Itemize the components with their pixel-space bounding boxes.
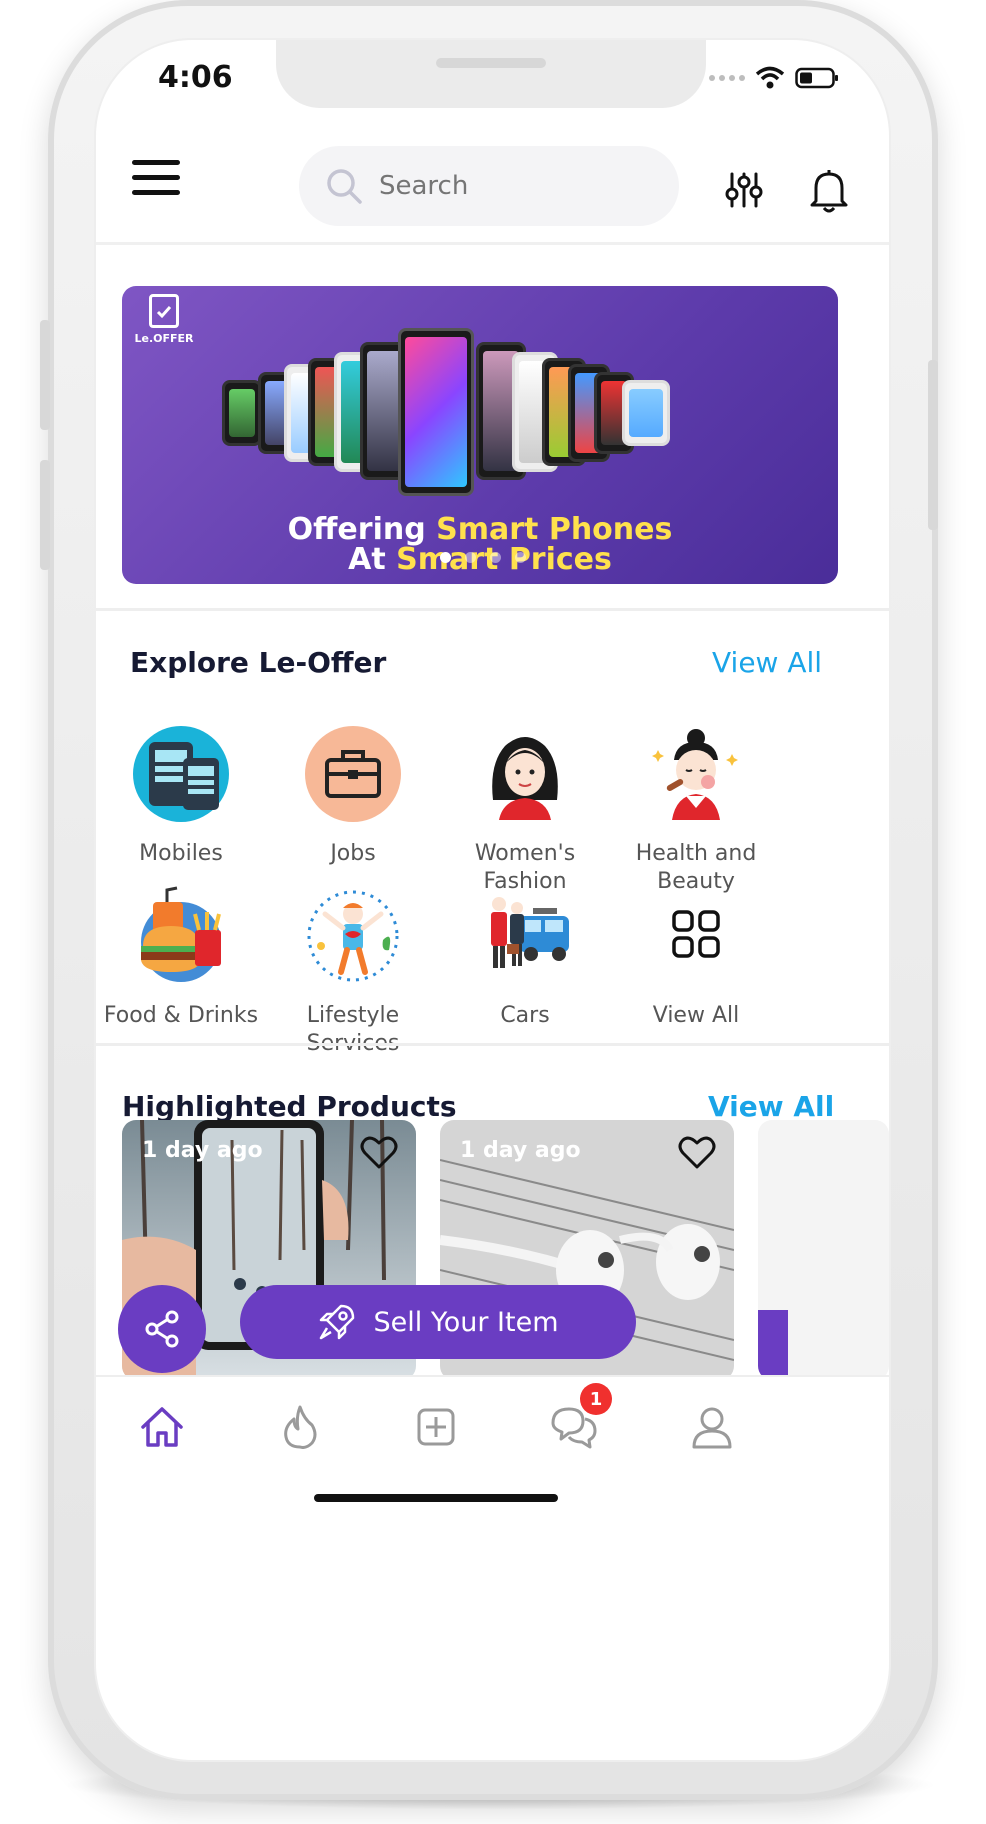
flame-icon (284, 1405, 317, 1449)
category-cars[interactable]: Cars (430, 886, 620, 1030)
promo-banner[interactable]: Le.OFFER Offering Smart Phones At Smart … (122, 286, 838, 584)
signal-icon (709, 75, 745, 81)
category-label: Jobs (330, 841, 376, 866)
hamburger-menu-icon[interactable] (132, 160, 180, 195)
speaker (436, 58, 546, 68)
user-profile-icon (692, 1407, 732, 1449)
volume-up-button (40, 320, 50, 430)
status-time: 4:06 (158, 60, 233, 95)
category-label: Lifestyle Services (306, 1003, 400, 1056)
section-divider (96, 608, 889, 611)
category-jobs[interactable]: Jobs (258, 724, 448, 868)
explore-view-all-link[interactable]: View All (712, 646, 822, 679)
banner-logo: Le.OFFER (134, 294, 194, 345)
tab-home[interactable] (132, 1397, 192, 1457)
share-icon (145, 1310, 179, 1348)
share-button[interactable] (118, 1285, 206, 1373)
heart-icon[interactable] (360, 1136, 398, 1170)
banner-dot[interactable] (490, 552, 501, 563)
banner-pagination-dots (440, 552, 526, 563)
banner-dot[interactable] (440, 552, 451, 563)
shopping-bag-icon (149, 294, 179, 328)
sell-button-label: Sell Your Item (373, 1306, 559, 1338)
notification-bell-icon[interactable] (808, 168, 850, 214)
briefcase-icon (303, 724, 403, 824)
lifestyle-icon (303, 886, 403, 986)
banner-dot[interactable] (515, 552, 526, 563)
tab-profile[interactable] (682, 1397, 742, 1457)
category-label: View All (652, 1003, 740, 1028)
add-square-icon (417, 1408, 455, 1446)
power-button (928, 360, 938, 530)
app-screen: 4:06 Le.OFF (96, 40, 889, 1760)
rocket-icon (320, 1304, 355, 1340)
highlighted-section-title: Highlighted Products (122, 1090, 457, 1123)
bottom-tab-bar: 1 (96, 1375, 889, 1475)
status-icons (709, 66, 839, 90)
notch (276, 40, 706, 108)
tab-add[interactable] (406, 1397, 466, 1457)
sell-your-item-button[interactable]: Sell Your Item (240, 1285, 636, 1359)
chat-unread-badge: 1 (580, 1383, 612, 1415)
volume-down-button (40, 460, 50, 570)
mobiles-icon (131, 724, 231, 824)
search-icon (327, 169, 362, 204)
category-view-all[interactable]: View All (601, 886, 791, 1030)
food-drinks-icon (131, 886, 231, 986)
category-label: Food & Drinks (103, 1003, 259, 1028)
home-icon (141, 1407, 183, 1447)
tab-trending[interactable] (270, 1397, 330, 1457)
explore-section-title: Explore Le-Offer (130, 646, 387, 679)
app-header (96, 120, 889, 240)
category-mobiles[interactable]: Mobiles (96, 724, 276, 868)
product-card-partial[interactable] (758, 1120, 889, 1380)
product-time: 1 day ago (142, 1138, 263, 1163)
category-food-drinks[interactable]: Food & Drinks (96, 886, 276, 1030)
filter-sliders-icon[interactable] (724, 170, 764, 210)
category-womens-fashion[interactable]: Women's Fashion (430, 724, 620, 896)
product-badge (758, 1310, 788, 1380)
highlighted-view-all-link[interactable]: View All (708, 1090, 834, 1123)
section-divider (96, 1043, 889, 1046)
search-bar[interactable] (299, 146, 679, 226)
home-indicator (314, 1494, 558, 1502)
tab-chat[interactable]: 1 (544, 1383, 612, 1457)
heart-icon[interactable] (678, 1136, 716, 1170)
search-input[interactable] (379, 171, 629, 201)
battery-icon (795, 67, 838, 89)
header-divider (96, 242, 889, 245)
category-label: Cars (500, 1003, 550, 1028)
grid-icon (646, 886, 746, 986)
category-label: Mobiles (139, 841, 223, 866)
woman-fashion-icon (475, 724, 575, 824)
category-lifestyle-services[interactable]: Lifestyle Services (258, 886, 448, 1058)
category-health-beauty[interactable]: Health and Beauty (601, 724, 791, 896)
cars-icon (475, 886, 575, 986)
wifi-icon (755, 66, 785, 89)
banner-phones-illustration (222, 328, 742, 508)
banner-dot[interactable] (465, 552, 476, 563)
product-time: 1 day ago (460, 1138, 581, 1163)
health-beauty-icon (646, 724, 746, 824)
banner-logo-text: Le.OFFER (134, 332, 194, 345)
